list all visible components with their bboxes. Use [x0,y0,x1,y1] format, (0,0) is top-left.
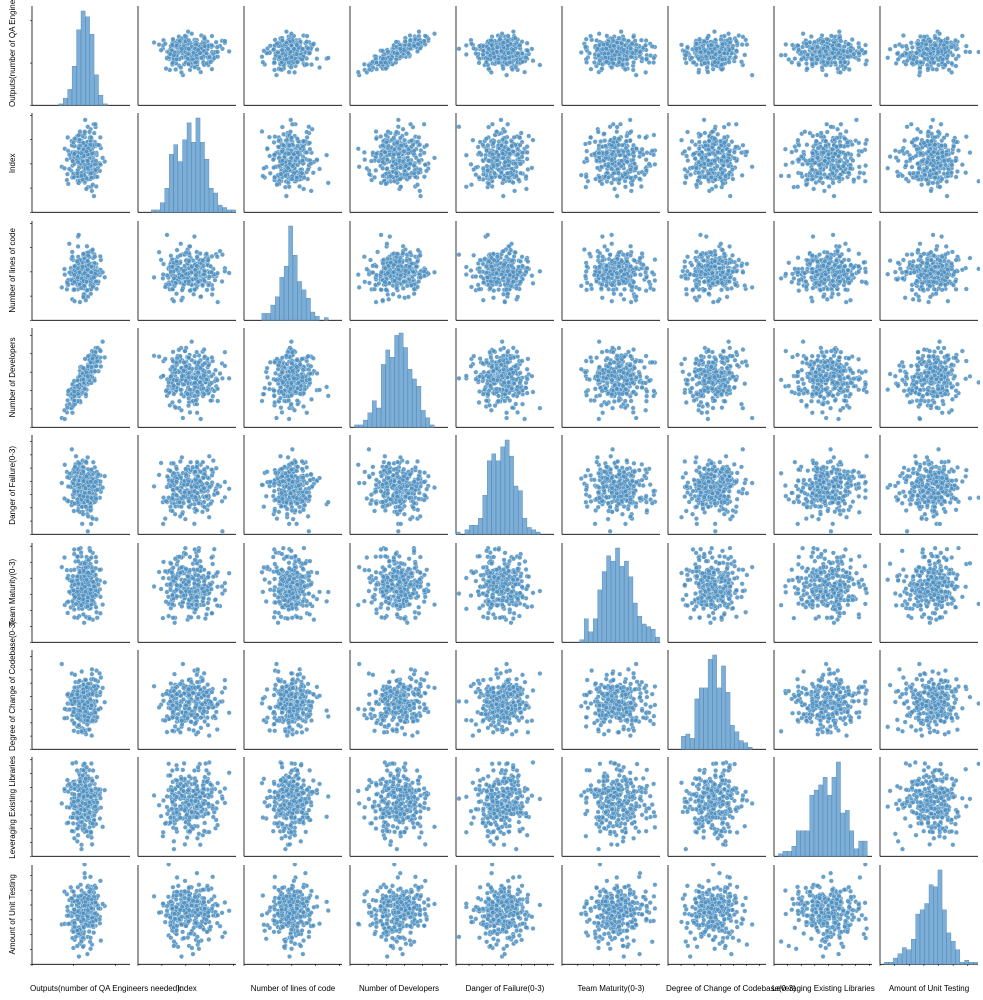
pairplot-grid: -20020-1000100200300-5000005000010000015… [30,4,980,966]
x-axis-label: Amount of Unit Testing [878,984,980,993]
scatter-cell [136,541,238,644]
scatter-cell [348,648,450,751]
scatter-cell [666,4,768,107]
x-axis-label: Team Maturity(0-3) [560,984,662,993]
scatter-cell: -2-101234 [30,541,132,644]
hist-cell [772,755,874,858]
y-axis-label: Number of Developers [8,326,17,429]
scatter-cell [348,111,450,214]
scatter-cell [136,326,238,429]
scatter-cell: -2-101234 [560,863,662,966]
scatter-cell [772,326,874,429]
x-axis-label: Danger of Failure(0-3) [454,984,556,993]
scatter-cell [878,219,980,322]
scatter-cell [666,541,768,644]
scatter-cell [560,326,662,429]
scatter-cell [666,111,768,214]
scatter-cell [454,4,556,107]
scatter-cell: -1000100200300 [30,111,132,214]
x-axis-label: Index [136,984,238,993]
scatter-cell [666,219,768,322]
scatter-cell [242,648,344,751]
scatter-cell: -2-1012345 [454,863,556,966]
scatter-cell [136,4,238,107]
scatter-cell [560,4,662,107]
scatter-cell [878,433,980,536]
scatter-cell [242,111,344,214]
y-axis-label: Danger of Failure(0-3) [8,433,17,536]
scatter-cell [242,4,344,107]
scatter-cell [878,648,980,751]
scatter-cell [454,541,556,644]
scatter-cell [454,648,556,751]
scatter-cell [772,648,874,751]
scatter-cell [666,755,768,858]
hist-cell [136,111,238,214]
scatter-cell [560,219,662,322]
scatter-cell [772,4,874,107]
hist-cell [560,541,662,644]
scatter-cell [136,433,238,536]
scatter-cell [560,111,662,214]
scatter-cell [878,541,980,644]
hist-cell [242,219,344,322]
hist-cell: -2-101234 [878,863,980,966]
scatter-cell: -2-101234-20020 [30,863,132,966]
scatter-cell: -1000100200300 [136,863,238,966]
scatter-cell [772,433,874,536]
scatter-cell [348,541,450,644]
scatter-cell [666,326,768,429]
hist-cell [666,648,768,751]
y-axis-label: Amount of Unit Testing [8,863,17,966]
scatter-cell [136,648,238,751]
scatter-cell [772,111,874,214]
scatter-cell: -50000050000100000150000 [30,219,132,322]
scatter-cell [348,755,450,858]
scatter-cell [560,433,662,536]
scatter-cell: -2-1012345 [30,433,132,536]
scatter-cell [878,111,980,214]
scatter-cell: -1.5-1-0.500.511.52 [772,863,874,966]
scatter-cell: -505101520 [348,863,450,966]
scatter-cell [878,4,980,107]
y-axis-label: Outputs(number of QA Engineers needed): [8,4,17,107]
y-axis-label: Number of lines of code [8,219,17,322]
scatter-cell: -2-1012345 [666,863,768,966]
x-axis-label: Degree of Change of Codebase(0-3) [666,984,768,993]
scatter-cell [560,648,662,751]
scatter-cell [772,219,874,322]
scatter-cell: -1.5-1-0.500.511.52 [30,755,132,858]
scatter-cell [348,433,450,536]
scatter-cell [136,219,238,322]
hist-cell: -20020 [30,4,132,107]
y-axis-label: Leveraging Existing Libraries [8,755,17,858]
scatter-cell [242,433,344,536]
scatter-cell [348,4,450,107]
scatter-cell [242,755,344,858]
scatter-cell [242,326,344,429]
x-axis-label: Number of lines of code [242,984,344,993]
scatter-cell [136,755,238,858]
scatter-cell [878,326,980,429]
scatter-cell [560,755,662,858]
scatter-cell [454,219,556,322]
y-axis-label: Index [8,111,17,214]
scatter-cell [454,326,556,429]
scatter-cell: -2-1012345 [30,648,132,751]
scatter-cell [242,541,344,644]
hist-cell [348,326,450,429]
scatter-cell [666,433,768,536]
x-axis-label: Outputs(number of QA Engineers needed): [30,984,132,993]
scatter-cell [348,219,450,322]
scatter-cell: -505101520 [30,326,132,429]
scatter-cell [878,755,980,858]
x-axis-label: Number of Developers [348,984,450,993]
y-axis-label: Degree of Change of Codebase(0-3) [8,648,17,751]
scatter-cell [454,755,556,858]
scatter-cell [772,541,874,644]
scatter-cell [454,111,556,214]
hist-cell [454,433,556,536]
x-axis-label: Leveraging Existing Libraries [772,984,874,993]
scatter-cell: -50000050000100000150000 [242,863,344,966]
